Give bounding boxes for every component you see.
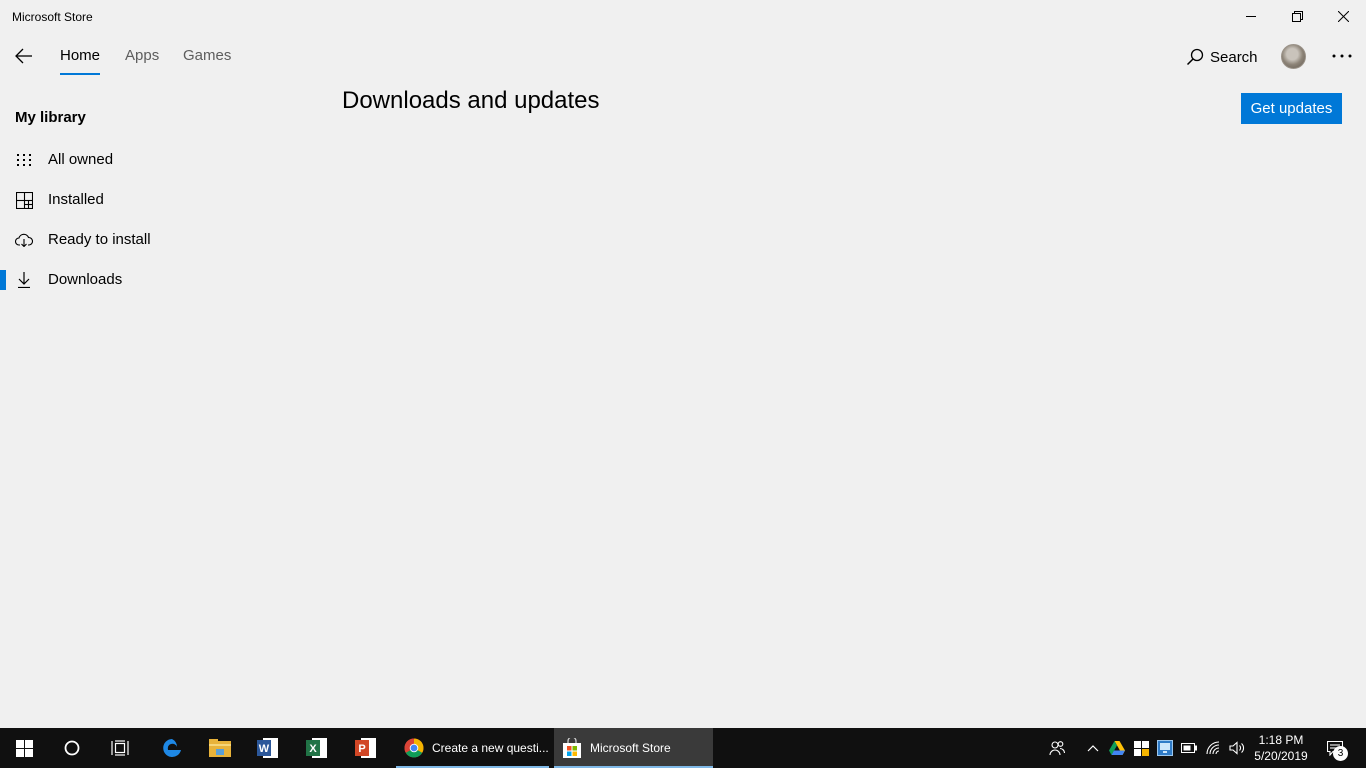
people-button[interactable] <box>1044 728 1070 768</box>
taskbar-file-explorer[interactable] <box>196 728 244 768</box>
chevron-up-icon <box>1087 745 1099 752</box>
tab-games[interactable]: Games <box>183 47 231 75</box>
get-updates-button[interactable]: Get updates <box>1241 93 1342 124</box>
sidebar-item-label: Installed <box>48 191 104 208</box>
sidebar-item-label: All owned <box>48 151 114 168</box>
tray-security[interactable] <box>1130 728 1152 768</box>
search-icon <box>1186 48 1204 66</box>
sidebar-item-downloads[interactable]: Downloads <box>0 260 300 300</box>
show-hidden-icons-button[interactable] <box>1082 728 1104 768</box>
download-icon <box>15 271 33 289</box>
edge-icon <box>163 739 181 757</box>
folder-icon <box>209 739 231 757</box>
wifi-icon <box>1206 741 1220 755</box>
volume-button[interactable] <box>1226 728 1248 768</box>
taskbar-store-window[interactable]: Microsoft Store <box>554 728 713 768</box>
restore-icon <box>1291 10 1303 22</box>
back-arrow-icon <box>15 48 32 64</box>
clock-time: 1:18 PM <box>1258 733 1304 747</box>
close-button[interactable] <box>1320 0 1366 32</box>
more-icon <box>1332 54 1352 58</box>
nav-bar: Home Apps Games Search <box>0 32 1366 80</box>
taskbar-word[interactable]: W <box>244 728 292 768</box>
sidebar-item-label: Ready to install <box>48 231 151 248</box>
google-drive-icon <box>1109 741 1125 755</box>
window-title: Microsoft Store <box>12 10 93 24</box>
taskbar-powerpoint[interactable]: P <box>342 728 390 768</box>
restore-button[interactable] <box>1274 0 1320 32</box>
battery-icon <box>1181 743 1197 753</box>
wifi-button[interactable] <box>1202 728 1226 768</box>
taskbar: W X P Create a new questi... Microsoft S… <box>0 728 1366 768</box>
battery-button[interactable] <box>1178 728 1200 768</box>
store-icon <box>563 738 581 758</box>
search-label: Search <box>1210 48 1258 66</box>
chrome-icon <box>404 738 424 758</box>
close-icon <box>1337 10 1349 22</box>
sidebar-item-label: Downloads <box>48 271 123 288</box>
title-bar: Microsoft Store <box>0 0 1366 32</box>
search-button[interactable]: Search <box>1186 46 1258 68</box>
more-options-button[interactable] <box>1324 44 1360 68</box>
word-icon: W <box>257 738 278 758</box>
windows-security-icon <box>1133 740 1149 756</box>
grid-icon <box>15 151 33 169</box>
windows-logo-icon <box>15 739 33 757</box>
tray-google-drive[interactable] <box>1106 728 1128 768</box>
powerpoint-icon: P <box>355 738 376 758</box>
user-avatar[interactable] <box>1281 44 1306 69</box>
network-app-icon <box>1157 740 1173 756</box>
minimize-icon <box>1246 16 1256 17</box>
notification-count-badge: 3 <box>1333 746 1348 761</box>
installed-icon <box>15 191 33 209</box>
sidebar-item-installed[interactable]: Installed <box>0 180 300 220</box>
back-button[interactable] <box>8 40 40 72</box>
svg-text:W: W <box>259 743 270 755</box>
taskbar-app-label: Create a new questi... <box>432 741 549 755</box>
cloud-download-icon <box>15 231 33 249</box>
taskbar-clock[interactable]: 1:18 PM 5/20/2019 <box>1250 732 1312 764</box>
tray-network-app[interactable] <box>1154 728 1176 768</box>
minimize-button[interactable] <box>1228 0 1274 32</box>
taskbar-app-label: Microsoft Store <box>590 741 671 755</box>
clock-date: 5/20/2019 <box>1254 749 1308 763</box>
page-title: Downloads and updates <box>342 87 600 114</box>
task-view-button[interactable] <box>96 728 144 768</box>
volume-icon <box>1229 741 1244 755</box>
excel-icon: X <box>306 738 327 758</box>
taskbar-excel[interactable]: X <box>293 728 341 768</box>
tab-apps[interactable]: Apps <box>125 47 159 75</box>
svg-text:P: P <box>358 743 365 755</box>
svg-text:X: X <box>309 743 317 755</box>
taskbar-edge[interactable] <box>148 728 196 768</box>
sidebar-heading: My library <box>15 109 86 126</box>
task-view-icon <box>111 740 129 756</box>
sidebar-item-ready-to-install[interactable]: Ready to install <box>0 220 300 260</box>
tab-home[interactable]: Home <box>60 47 101 75</box>
cortana-button[interactable] <box>48 728 96 768</box>
cortana-icon <box>64 740 80 756</box>
sidebar-item-all-owned[interactable]: All owned <box>0 140 300 180</box>
people-icon <box>1049 741 1065 756</box>
taskbar-chrome-window[interactable]: Create a new questi... <box>396 728 549 768</box>
start-button[interactable] <box>0 728 48 768</box>
